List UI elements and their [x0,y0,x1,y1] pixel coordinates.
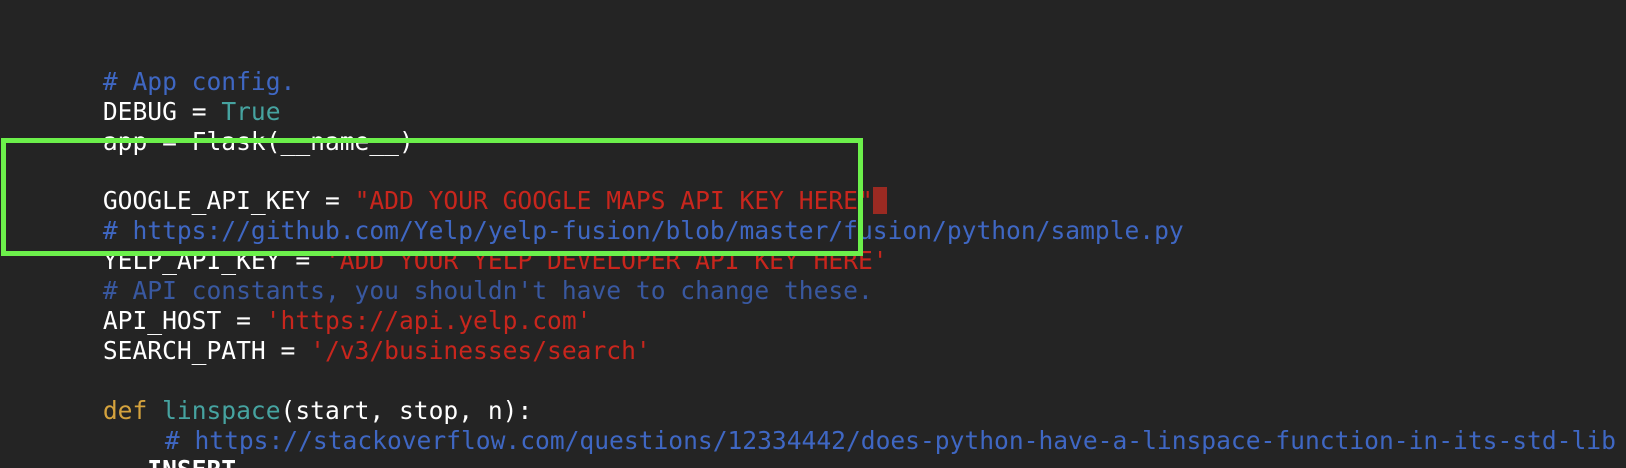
var-api-host: API_HOST [102,306,222,336]
var-search-path: SEARCH_PATH [102,335,266,365]
code-line-1: # App config. [14,37,1616,96]
insert-mode-indicator: -- INSERT -- [103,455,281,468]
function-name-linspace: linspace [162,395,281,425]
comment-api-constants: # API constants, you shouldn't have to c… [102,276,873,306]
vim-editor[interactable]: # App config. DEBUG = True app = Flask(_… [0,0,1626,468]
code-line-5: GOOGLE_API_KEY = "ADD YOUR GOOGLE MAPS A… [14,157,1616,215]
code-line-12: def linspace(start, stop, n): [14,366,1616,425]
keyword-def: def [102,395,148,425]
app-flask-statement: app = Flask(__name__) [102,126,414,156]
var-google-api-key: GOOGLE_API_KEY [102,186,311,216]
assign-operator: = [221,306,266,336]
string-search-path: '/v3/businesses/search' [310,335,651,365]
code-area[interactable]: # App config. DEBUG = True app = Flask(_… [14,37,1616,468]
comment-stackoverflow-url: # https://stackoverflow.com/questions/12… [164,425,1616,455]
string-google-api-key: "ADD YOUR GOOGLE MAPS API KEY HERE" [354,186,873,216]
function-args: (start, stop, n): [280,395,533,425]
var-debug: DEBUG [102,96,177,126]
text-cursor [872,187,887,215]
assign-operator: = [265,335,311,365]
string-yelp-api-key: 'ADD YOUR YELP DEVELOPER API KEY HERE' [324,246,888,276]
comment-app-config: # App config. [102,66,296,96]
var-yelp-api-key: YELP_API_KEY [102,246,281,276]
comment-yelp-sample-url: # https://github.com/Yelp/yelp-fusion/bl… [102,216,1184,246]
constant-true: True [221,96,281,126]
assign-operator: = [176,96,222,126]
assign-operator: = [310,186,355,216]
assign-operator: = [280,246,325,276]
string-api-host: 'https://api.yelp.com' [265,306,592,336]
